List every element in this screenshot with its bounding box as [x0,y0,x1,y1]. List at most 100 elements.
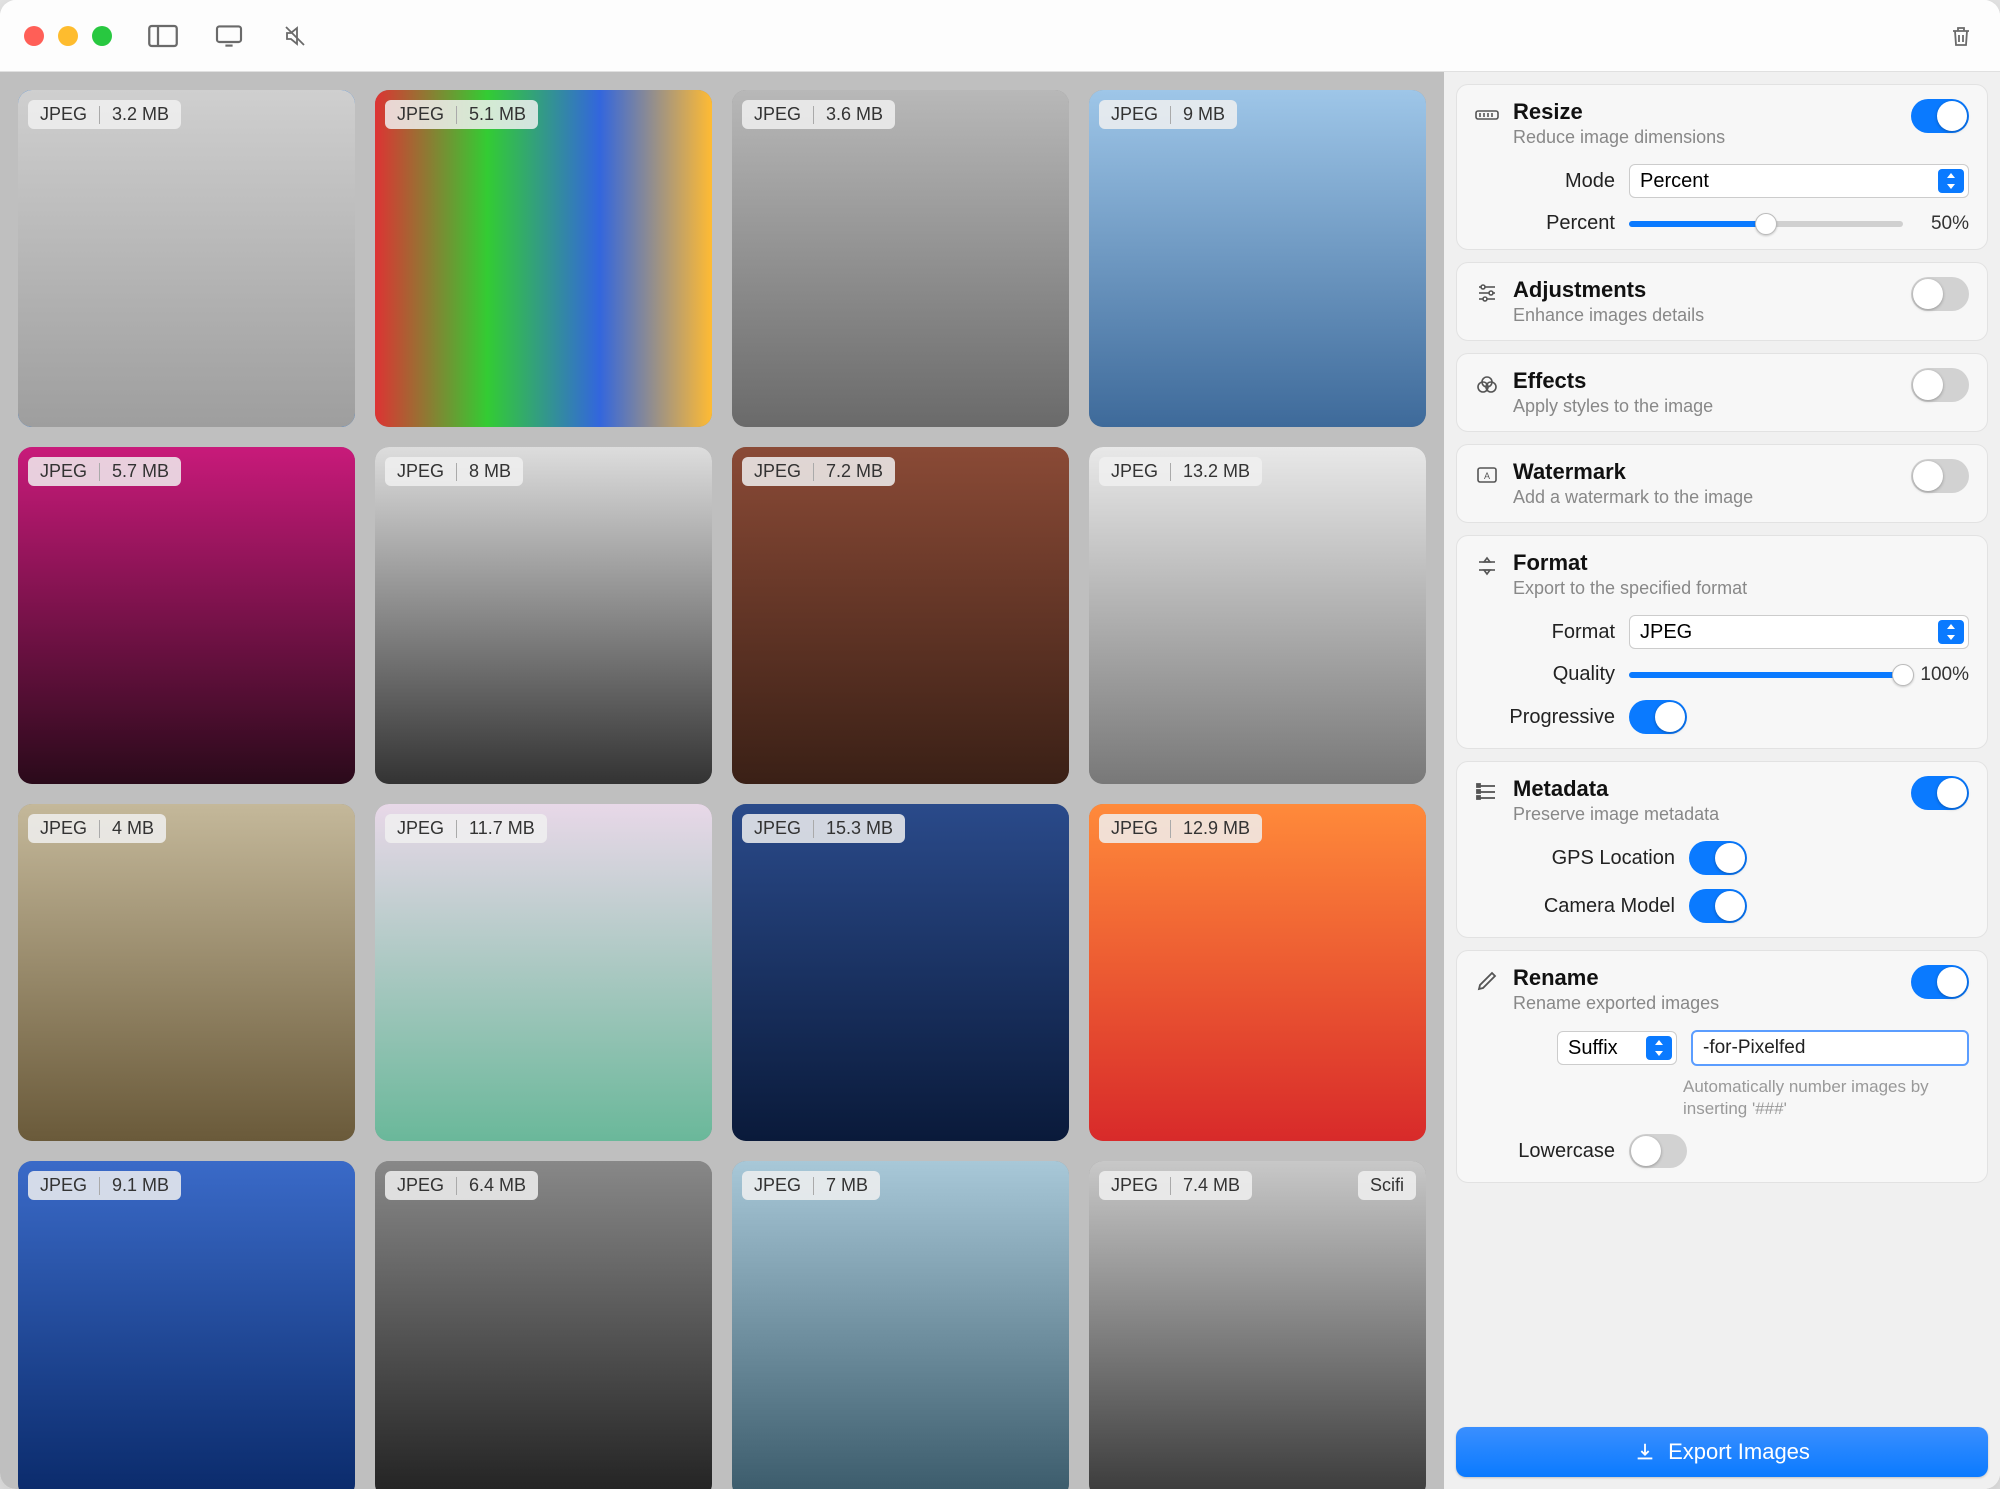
thumbnail[interactable]: JPEG 5.1 MB [375,90,712,427]
percent-slider[interactable] [1629,221,1903,227]
camera-toggle[interactable] [1689,889,1747,923]
quality-value: 100% [1913,664,1969,686]
thumbnail-size: 11.7 MB [469,818,535,839]
thumbnail-image [1089,90,1426,427]
thumbnail-size: 7.2 MB [826,461,883,482]
export-button[interactable]: Export Images [1456,1427,1988,1477]
rename-subtitle: Rename exported images [1513,993,1897,1014]
resize-card: Resize Reduce image dimensions Mode Perc… [1456,84,1988,250]
gps-toggle[interactable] [1689,841,1747,875]
display-icon[interactable] [214,24,244,48]
watermark-subtitle: Add a watermark to the image [1513,487,1897,508]
thumbnail-size: 9 MB [1183,104,1225,125]
sidebar-toggle-icon[interactable] [148,24,178,48]
titlebar [0,0,2000,72]
thumbnail[interactable]: JPEG11.7 MB [375,804,712,1141]
thumbnail-badge: JPEG5.7 MB [28,457,181,486]
thumbnail-badge: JPEG7 MB [742,1171,880,1200]
thumbnail-size: 8 MB [469,461,511,482]
rename-card: Rename Rename exported images Suffix [1456,950,1988,1183]
thumbnail-grid-panel: JPEG3.2 MBJPEG5.1 MBJPEG3.6 MBJPEG9 MBJP… [0,72,1444,1489]
format-subtitle: Export to the specified format [1513,578,1969,599]
thumbnail-format: JPEG [1111,1175,1158,1196]
trash-icon[interactable] [1946,24,1976,48]
thumbnail[interactable]: JPEG15.3 MB [732,804,1069,1141]
effects-toggle[interactable] [1911,368,1969,402]
close-window-button[interactable] [24,26,44,46]
thumbnail-image [18,90,355,427]
resize-icon [1475,103,1499,127]
resize-toggle[interactable] [1911,99,1969,133]
thumbnail-image [375,804,712,1141]
adjustments-toggle[interactable] [1911,277,1969,311]
thumbnail-image [375,1161,712,1489]
zoom-window-button[interactable] [92,26,112,46]
thumbnail-badge: JPEG3.2 MB [28,100,181,129]
thumbnail-image [1089,804,1426,1141]
format-label: Format [1475,621,1615,644]
thumbnail-size: 4 MB [112,818,154,839]
thumbnail-format: JPEG [754,1175,801,1196]
thumbnail-format: JPEG [40,461,87,482]
thumbnail[interactable]: JPEG 9 MB [1089,90,1426,427]
rename-position-select[interactable]: Suffix [1557,1031,1677,1065]
thumbnail[interactable]: JPEG13.2 MB [1089,447,1426,784]
thumbnail-image [732,90,1069,427]
thumbnail[interactable]: JPEG 9.1 MB [18,1161,355,1489]
thumbnail-size: 12.9 MB [1183,818,1250,839]
thumbnail-format: JPEG [397,1175,444,1196]
mode-select[interactable]: Percent [1629,164,1969,198]
watermark-title: Watermark [1513,459,1897,485]
thumbnail[interactable]: JPEG3.6 MB [732,90,1069,427]
rename-toggle[interactable] [1911,965,1969,999]
thumbnail-badge: JPEG6.4 MB [385,1171,538,1200]
thumbnail[interactable]: JPEG6.4 MB [375,1161,712,1489]
thumbnail-size: 9.1 MB [112,1175,169,1196]
lowercase-label: Lowercase [1475,1140,1615,1163]
effects-title: Effects [1513,368,1897,394]
thumbnail-format: JPEG [754,104,801,125]
effects-icon [1475,372,1499,396]
thumbnail-tag: Scifi [1358,1171,1416,1200]
thumbnail[interactable]: JPEG7 MB [732,1161,1069,1489]
thumbnail-format: JPEG [754,818,801,839]
metadata-icon [1475,780,1499,804]
quality-label: Quality [1475,663,1615,686]
thumbnail-badge: JPEG15.3 MB [742,814,905,843]
format-title: Format [1513,550,1969,576]
lowercase-toggle[interactable] [1629,1134,1687,1168]
thumbnail-format: JPEG [40,1175,87,1196]
metadata-title: Metadata [1513,776,1897,802]
thumbnail[interactable]: JPEG3.2 MB [18,90,355,427]
format-select[interactable]: JPEG [1629,615,1969,649]
thumbnail-format: JPEG [1111,104,1158,125]
watermark-toggle[interactable] [1911,459,1969,493]
thumbnail-image [732,447,1069,784]
thumbnail[interactable]: JPEG7.4 MBScifi [1089,1161,1426,1489]
minimize-window-button[interactable] [58,26,78,46]
thumbnail[interactable]: JPEG 4 MB [18,804,355,1141]
thumbnail-badge: JPEG 9 MB [1099,100,1237,129]
metadata-toggle[interactable] [1911,776,1969,810]
effects-subtitle: Apply styles to the image [1513,396,1897,417]
thumbnail[interactable]: JPEG8 MB [375,447,712,784]
thumbnail[interactable]: JPEG12.9 MB [1089,804,1426,1141]
quality-slider[interactable] [1629,672,1903,678]
thumbnail[interactable]: JPEG5.7 MB [18,447,355,784]
rename-text-input[interactable] [1691,1030,1969,1066]
thumbnail-format: JPEG [40,818,87,839]
thumbnail-size: 13.2 MB [1183,461,1250,482]
thumbnail-format: JPEG [397,104,444,125]
app-window: JPEG3.2 MBJPEG5.1 MBJPEG3.6 MBJPEG9 MBJP… [0,0,2000,1489]
thumbnail-image [732,804,1069,1141]
adjustments-card: Adjustments Enhance images details [1456,262,1988,341]
progressive-toggle[interactable] [1629,700,1687,734]
chevron-updown-icon [1646,1036,1672,1060]
mute-icon[interactable] [280,24,310,48]
thumbnail-format: JPEG [754,461,801,482]
thumbnail[interactable]: JPEG 7.2 MB [732,447,1069,784]
rename-title: Rename [1513,965,1897,991]
thumbnail-size: 5.1 MB [469,104,526,125]
thumbnail-badge: JPEG11.7 MB [385,814,547,843]
watermark-icon: A [1475,463,1499,487]
